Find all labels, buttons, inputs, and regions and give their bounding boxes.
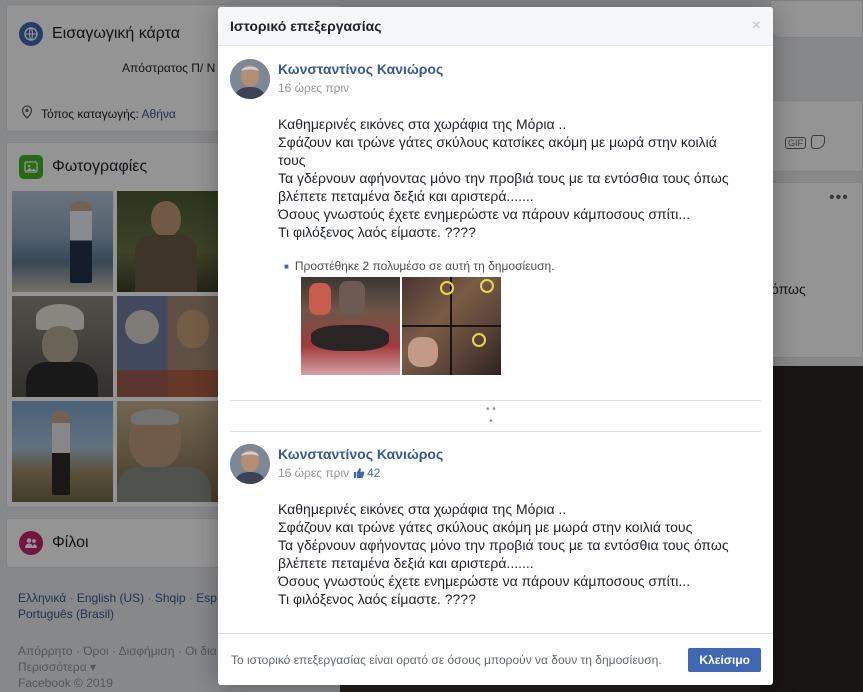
bullet-icon: ■ xyxy=(284,261,289,271)
avatar[interactable] xyxy=(230,59,270,99)
more-entries-indicator: • • • xyxy=(486,404,496,427)
post-line: Σφάζουν και τρώνε γάτες σκύλους κατσίκες… xyxy=(278,134,717,150)
post-line: Τα γδέρνουν αφήνοντας μόνο την προβιά το… xyxy=(278,537,729,553)
entry-divider xyxy=(230,431,761,432)
added-media-note: ■ Προστέθηκε 2 πολυμέσο σε αυτή τη δημοσ… xyxy=(284,259,761,273)
post-line: Καθημερινές εικόνες στα χωράφια της Μόρι… xyxy=(278,501,567,517)
post-line: Τα γδέρνουν αφήνοντας μόνο την προβιά το… xyxy=(278,170,729,186)
dialog-title: Ιστορικό επεξεργασίας xyxy=(230,18,382,34)
like-count-value: 42 xyxy=(367,466,381,480)
post-line: Τι φιλόξενος λαός είμαστε. ???? xyxy=(278,224,476,240)
post-line: βλέπετε πεταμένα δεξιά και αριστερά.....… xyxy=(278,555,534,571)
visibility-note: Το ιστορικό επεξεργασίας είναι ορατό σε … xyxy=(231,652,662,667)
close-button[interactable]: Κλείσιμο xyxy=(688,647,761,672)
dialog-header: Ιστορικό επεξεργασίας × xyxy=(218,7,773,46)
post-line: Καθημερινές εικόνες στα χωράφια της Μόρι… xyxy=(278,116,567,132)
post-line: τους xyxy=(278,152,306,168)
post-text: Καθημερινές εικόνες στα χωράφια της Μόρι… xyxy=(278,115,761,241)
media-thumbnail[interactable] xyxy=(402,277,501,375)
entry-header: Κωνσταντίνος Κανιώρος 16 ώρες πριν 42 xyxy=(230,444,761,484)
close-icon[interactable]: × xyxy=(752,17,761,35)
post-text: Καθημερινές εικόνες στα χωράφια της Μόρι… xyxy=(278,500,761,608)
media-thumbnail[interactable] xyxy=(301,277,400,375)
added-media-text: Προστέθηκε 2 πολυμέσο σε αυτή τη δημοσίε… xyxy=(294,259,555,273)
author-name[interactable]: Κωνσταντίνος Κανιώρος xyxy=(278,61,443,77)
author-name[interactable]: Κωνσταντίνος Κανιώρος xyxy=(278,446,443,462)
post-line: βλέπετε πεταμένα δεξιά και αριστερά.....… xyxy=(278,188,534,204)
media-thumbnails xyxy=(301,277,761,375)
like-count[interactable]: 42 xyxy=(353,466,380,480)
timestamp[interactable]: 16 ώρες πριν xyxy=(278,81,349,95)
timestamp[interactable]: 16 ώρες πριν xyxy=(278,466,349,480)
avatar[interactable] xyxy=(230,444,270,484)
edit-history-entry: Κωνσταντίνος Κανιώρος 16 ώρες πριν 42 Κα… xyxy=(230,444,761,608)
dialog-footer: Το ιστορικό επεξεργασίας είναι ορατό σε … xyxy=(218,633,773,685)
post-line: Όσους γνωστούς έχετε ενημερώστε να πάρου… xyxy=(278,206,691,222)
thumbs-up-icon xyxy=(354,468,365,478)
post-line: Όσους γνωστούς έχετε ενημερώστε να πάρου… xyxy=(278,573,691,589)
dialog-body: Κωνσταντίνος Κανιώρος 16 ώρες πριν Καθημ… xyxy=(218,47,773,633)
edit-history-dialog: Ιστορικό επεξεργασίας × Κωνσταντίνος Καν… xyxy=(218,7,773,685)
post-line: Τι φιλόξενος λαός είμαστε. ???? xyxy=(278,591,476,607)
post-line: Σφάζουν και τρώνε γάτες σκύλους ακόμη με… xyxy=(278,519,693,535)
entry-header: Κωνσταντίνος Κανιώρος 16 ώρες πριν xyxy=(230,59,761,99)
entry-divider xyxy=(230,400,761,401)
edit-history-entry: Κωνσταντίνος Κανιώρος 16 ώρες πριν Καθημ… xyxy=(230,59,761,375)
